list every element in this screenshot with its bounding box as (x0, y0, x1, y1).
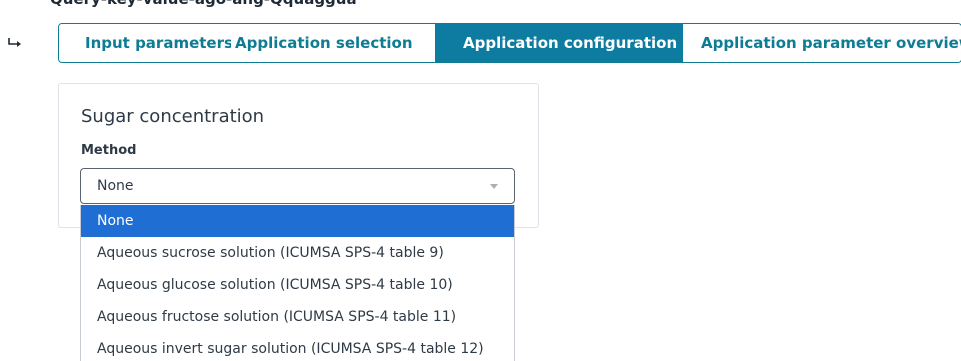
card-title: Sugar concentration (81, 106, 265, 127)
page: Query-key-value-ago-ang-Qquaggua Input p… (0, 0, 961, 361)
method-select-value: None (97, 178, 134, 194)
cut-off-heading-text: Query-key-value-ago-ang-Qquaggua (50, 0, 357, 8)
method-dropdown-list: None Aqueous sucrose solution (ICUMSA SP… (80, 205, 515, 361)
tab-application-selection[interactable]: Application selection (231, 24, 435, 62)
dropdown-option-fructose[interactable]: Aqueous fructose solution (ICUMSA SPS-4 … (81, 301, 514, 333)
return-arrow-icon (8, 38, 21, 47)
tab-application-parameter-overview[interactable]: Application parameter overview (683, 24, 961, 62)
dropdown-option-none[interactable]: None (81, 205, 514, 237)
method-select[interactable]: None (80, 168, 515, 204)
chevron-down-icon (490, 184, 498, 189)
dropdown-option-sucrose[interactable]: Aqueous sucrose solution (ICUMSA SPS-4 t… (81, 237, 514, 269)
tab-application-configuration[interactable]: Application configuration (435, 24, 683, 62)
wizard-tabs: Input parameters Application selection A… (58, 23, 961, 63)
method-label: Method (81, 143, 137, 158)
dropdown-option-invert-sugar[interactable]: Aqueous invert sugar solution (ICUMSA SP… (81, 333, 514, 361)
tab-input-parameters[interactable]: Input parameters (59, 24, 233, 62)
dropdown-option-glucose[interactable]: Aqueous glucose solution (ICUMSA SPS-4 t… (81, 269, 514, 301)
cut-off-heading: Query-key-value-ago-ang-Qquaggua (0, 0, 961, 10)
